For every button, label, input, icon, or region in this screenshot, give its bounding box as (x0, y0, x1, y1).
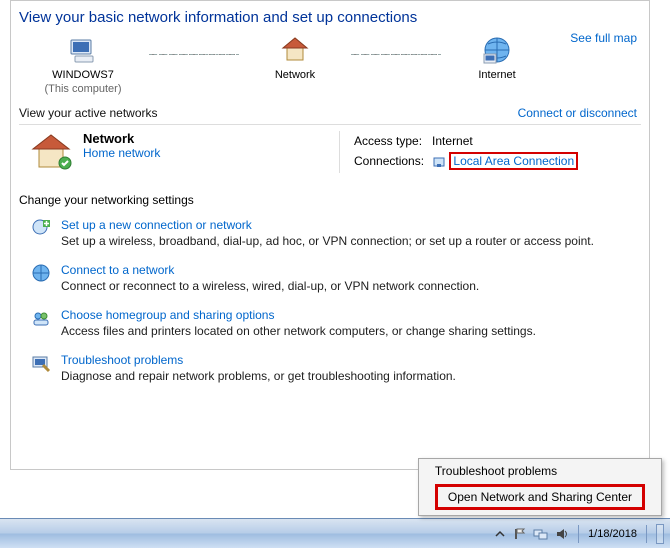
map-node-this-computer: WINDOWS7 (This computer) (23, 34, 143, 96)
access-type-label: Access type: (354, 133, 430, 149)
access-type-value: Internet (432, 133, 584, 149)
system-tray: 1/18/2018 (493, 524, 664, 544)
tray-volume-icon[interactable] (555, 527, 569, 541)
map-node-internet: Internet (447, 34, 547, 82)
connect-disconnect-link[interactable]: Connect or disconnect (518, 106, 637, 120)
taskbar[interactable]: 1/18/2018 (0, 518, 670, 548)
map-this-pc-label: WINDOWS7 (44, 68, 121, 82)
tray-chevron-up-icon[interactable] (493, 527, 507, 541)
task-connect-desc: Connect or reconnect to a wireless, wire… (61, 279, 479, 293)
task-troubleshoot-desc: Diagnose and repair network problems, or… (61, 369, 456, 383)
task-troubleshoot-title[interactable]: Troubleshoot problems (61, 353, 456, 367)
tray-flag-icon[interactable] (513, 527, 527, 541)
local-area-connection-link[interactable]: Local Area Connection (453, 154, 574, 168)
connect-network-icon (31, 263, 51, 283)
task-connect-title[interactable]: Connect to a network (61, 263, 479, 277)
house-network-icon (279, 34, 311, 66)
network-name: Network (83, 131, 160, 146)
troubleshoot-icon (31, 353, 51, 373)
task-homegroup: Choose homegroup and sharing options Acc… (19, 303, 641, 348)
taskbar-area: Troubleshoot problems Open Network and S… (0, 518, 670, 548)
network-map: WINDOWS7 (This computer) Network Interne… (19, 34, 641, 96)
map-network-label: Network (275, 68, 315, 82)
task-setup-desc: Set up a wireless, broadband, dial-up, a… (61, 234, 594, 248)
map-internet-label: Internet (478, 68, 515, 82)
menu-open-network-center[interactable]: Open Network and Sharing Center (421, 481, 659, 513)
task-homegroup-desc: Access files and printers located on oth… (61, 324, 536, 338)
network-category-link[interactable]: Home network (83, 146, 160, 160)
map-node-network: Network (245, 34, 345, 82)
map-this-pc-sub: (This computer) (44, 82, 121, 96)
active-networks-header: View your active networks (19, 106, 158, 120)
globe-internet-icon (481, 34, 513, 66)
menu-open-network-center-highlight: Open Network and Sharing Center (435, 484, 645, 510)
tray-network-context-menu: Troubleshoot problems Open Network and S… (418, 458, 662, 516)
map-connector-2 (351, 32, 441, 56)
page-title: View your basic network information and … (19, 9, 641, 26)
task-homegroup-title[interactable]: Choose homegroup and sharing options (61, 308, 536, 322)
home-network-icon (29, 131, 73, 171)
change-settings-header: Change your networking settings (19, 193, 641, 207)
homegroup-icon (31, 308, 51, 328)
tray-network-icon[interactable] (533, 527, 549, 541)
task-setup-title[interactable]: Set up a new connection or network (61, 218, 594, 232)
ethernet-icon (432, 155, 446, 169)
network-sharing-center-panel: View your basic network information and … (10, 0, 650, 470)
task-connect-network: Connect to a network Connect or reconnec… (19, 258, 641, 303)
tray-date[interactable]: 1/18/2018 (588, 528, 637, 540)
computer-icon (67, 34, 99, 66)
map-connector (149, 32, 239, 56)
task-troubleshoot: Troubleshoot problems Diagnose and repai… (19, 348, 641, 393)
task-setup-connection: Set up a new connection or network Set u… (19, 213, 641, 258)
menu-troubleshoot[interactable]: Troubleshoot problems (421, 461, 659, 481)
setup-connection-icon (31, 218, 51, 238)
show-desktop-button[interactable] (656, 524, 664, 544)
active-network-row: Network Home network Access type: Intern… (19, 124, 641, 179)
connections-label: Connections: (354, 151, 430, 171)
